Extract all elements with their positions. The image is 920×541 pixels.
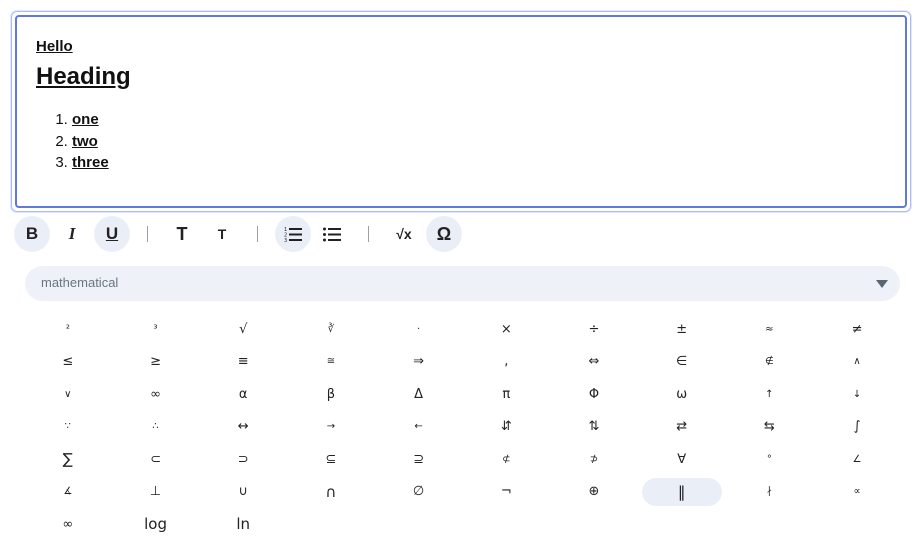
ordered-list-button[interactable]: 1 2 3 xyxy=(275,216,311,252)
symbol-cell[interactable]: ⇵ xyxy=(462,411,550,444)
text-size-small-icon: T xyxy=(217,226,227,242)
symbol-cell[interactable]: ∈ xyxy=(638,346,726,379)
symbol-cell[interactable]: ⇆ xyxy=(726,411,814,444)
italic-icon: I xyxy=(68,224,76,243)
symbol-cell[interactable]: ∤ xyxy=(726,476,814,509)
symbol-cell[interactable]: ∀ xyxy=(638,443,726,476)
symbol-cell[interactable]: ↓ xyxy=(813,378,901,411)
symbol-cell[interactable]: ∩ xyxy=(287,476,375,509)
symbol-cell[interactable]: Δ xyxy=(375,378,463,411)
list-item[interactable]: one xyxy=(72,109,109,131)
symbol-cell[interactable]: ⇒ xyxy=(375,346,463,379)
toolbar-divider xyxy=(257,226,258,242)
symbol-cell[interactable]: ⊂ xyxy=(112,443,200,476)
symbol-cell[interactable]: ∨ xyxy=(24,378,112,411)
editor-heading[interactable]: Heading xyxy=(36,63,131,91)
rich-text-editor[interactable]: Hello Heading one two three xyxy=(15,15,907,208)
symbol-cell[interactable]: ± xyxy=(638,313,726,346)
svg-text:3: 3 xyxy=(284,238,287,242)
symbol-cell[interactable]: ¬ xyxy=(462,476,550,509)
bullet-list-button[interactable] xyxy=(314,216,350,252)
symbol-cell[interactable]: · xyxy=(375,313,463,346)
symbol-cell[interactable]: ³ xyxy=(112,313,200,346)
symbol-cell[interactable]: log xyxy=(112,508,200,541)
symbol-cell[interactable]: β xyxy=(287,378,375,411)
font-larger-button[interactable]: T xyxy=(164,216,200,252)
symbol-cell[interactable]: ≅ xyxy=(287,346,375,379)
symbol-cell[interactable]: ² xyxy=(24,313,112,346)
list-item[interactable]: three xyxy=(72,152,109,174)
symbol-cell[interactable]: ≡ xyxy=(199,346,287,379)
charset-select-value: mathematical xyxy=(41,275,119,290)
symbol-cell[interactable]: × xyxy=(462,313,550,346)
italic-button[interactable]: I xyxy=(54,216,90,252)
symbol-cell[interactable]: ⊆ xyxy=(287,443,375,476)
symbol-cell[interactable]: ↑ xyxy=(726,378,814,411)
underline-icon: U xyxy=(105,224,119,243)
symbol-cell[interactable]: ∧ xyxy=(813,346,901,379)
symbol-cell[interactable]: ≤ xyxy=(24,346,112,379)
symbol-cell[interactable]: ∵ xyxy=(24,411,112,444)
symbol-cell[interactable]: Φ xyxy=(550,378,638,411)
symbol-cell[interactable]: ⊅ xyxy=(550,443,638,476)
symbol-cell[interactable]: ≠ xyxy=(813,313,901,346)
symbol-cell[interactable]: ∞ xyxy=(112,378,200,411)
symbol-cell[interactable]: ⊃ xyxy=(199,443,287,476)
symbol-cell[interactable]: ln xyxy=(199,508,287,541)
symbol-cell[interactable]: ⇄ xyxy=(638,411,726,444)
symbol-cell[interactable]: ∫ xyxy=(813,411,901,444)
symbol-cell[interactable]: α xyxy=(199,378,287,411)
symbol-cell[interactable]: √ xyxy=(199,313,287,346)
symbol-cell[interactable]: ° xyxy=(726,443,814,476)
format-toolbar: B I U T T 1 2 3 √x Ω xyxy=(14,216,474,252)
symbol-cell[interactable]: ∡ xyxy=(24,476,112,509)
symbol-cell[interactable]: ⇔ xyxy=(550,346,638,379)
bullet-list-icon xyxy=(323,227,341,242)
underline-button[interactable]: U xyxy=(94,216,130,252)
symbol-cell[interactable]: ∞ xyxy=(24,508,112,541)
list-item[interactable]: two xyxy=(72,131,109,153)
symbol-cell[interactable]: ∝ xyxy=(813,476,901,509)
symbol-cell[interactable]: ∪ xyxy=(199,476,287,509)
symbol-cell[interactable]: ÷ xyxy=(550,313,638,346)
toolbar-divider xyxy=(368,226,369,242)
symbol-cell[interactable]: ⊕ xyxy=(550,476,638,509)
symbol-cell[interactable]: ∑ xyxy=(24,443,112,476)
symbol-cell[interactable]: ∠ xyxy=(813,443,901,476)
special-characters-button[interactable]: Ω xyxy=(426,216,462,252)
symbol-cell[interactable]: ω xyxy=(638,378,726,411)
symbol-cell[interactable]: ∴ xyxy=(112,411,200,444)
bold-icon: B xyxy=(25,224,39,243)
chevron-down-icon xyxy=(876,280,888,288)
text-size-large-icon: T xyxy=(176,223,188,244)
bold-button[interactable]: B xyxy=(14,216,50,252)
equation-button[interactable]: √x xyxy=(386,216,422,252)
symbol-cell[interactable]: ∅ xyxy=(375,476,463,509)
symbol-cell[interactable]: ⊄ xyxy=(462,443,550,476)
symbol-cell[interactable]: ∛ xyxy=(287,313,375,346)
symbol-cell[interactable]: ↔ xyxy=(199,411,287,444)
symbol-cell[interactable]: ⇅ xyxy=(550,411,638,444)
symbol-cell[interactable]: , xyxy=(462,346,550,379)
symbol-cell[interactable]: ‖ xyxy=(641,477,722,506)
symbol-cell[interactable]: ∉ xyxy=(726,346,814,379)
omega-icon: Ω xyxy=(436,223,452,244)
editor-ordered-list[interactable]: one two three xyxy=(36,109,109,174)
square-root-icon: √x xyxy=(396,226,412,242)
symbol-cell[interactable]: ⊥ xyxy=(112,476,200,509)
symbol-cell[interactable]: π xyxy=(462,378,550,411)
symbol-cell[interactable]: ⊇ xyxy=(375,443,463,476)
symbol-grid: ² ³ √ ∛ · × ÷ ± ≈ ≠ ≤ ≥ ≡ ≅ ⇒, ⇔ ∈ ∉ ∧ ∨ ∞ α β Δπ Φω ↑ ↓ ∵ ∴ ↔ → ← ⇵ ⇅ ⇄ ⇆ ∫… xyxy=(24,313,901,541)
toolbar-divider xyxy=(147,226,148,242)
symbol-cell[interactable]: ≥ xyxy=(112,346,200,379)
symbol-cell[interactable]: → xyxy=(287,411,375,444)
charset-select[interactable]: mathematical xyxy=(25,266,900,301)
symbol-cell[interactable]: ← xyxy=(375,411,463,444)
editor-paragraph[interactable]: Hello xyxy=(36,38,73,55)
font-smaller-button[interactable]: T xyxy=(204,216,240,252)
symbol-cell[interactable]: ≈ xyxy=(726,313,814,346)
ordered-list-icon: 1 2 3 xyxy=(284,227,302,242)
